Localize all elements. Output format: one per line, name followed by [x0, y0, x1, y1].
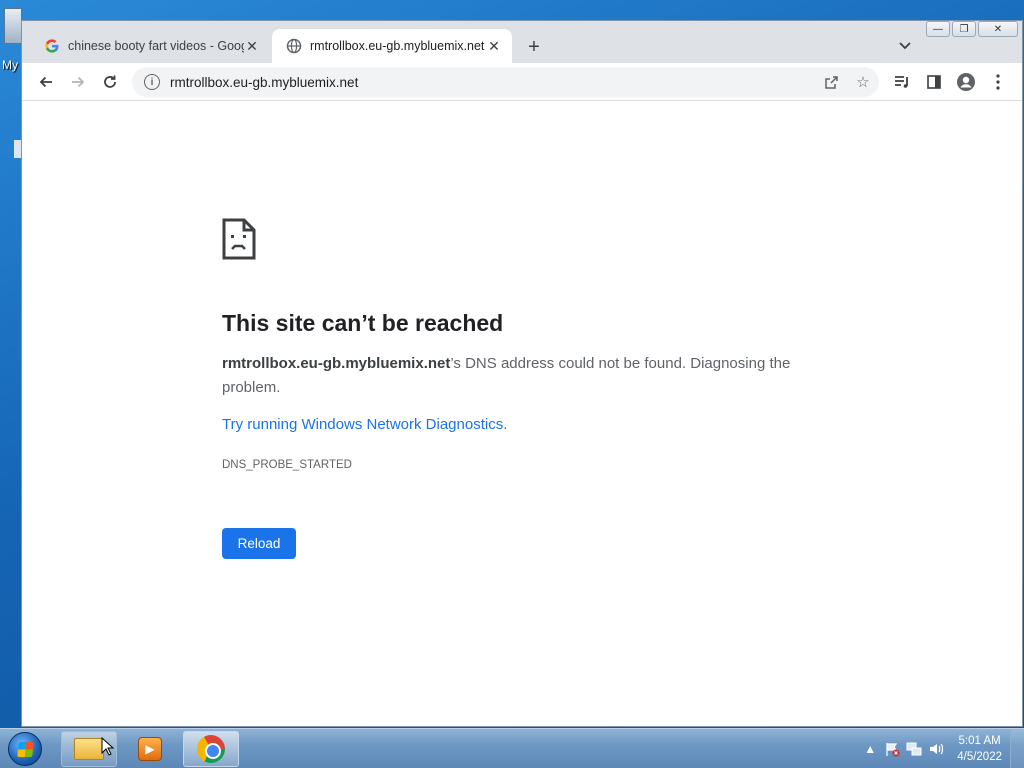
side-panel-icon[interactable] [920, 68, 948, 96]
tab-active[interactable]: rmtrollbox.eu-gb.mybluemix.net ✕ [272, 29, 512, 63]
tab-title: rmtrollbox.eu-gb.mybluemix.net [310, 39, 485, 53]
browser-window: chinese booty fart videos - Goog ✕ rmtro… [21, 20, 1023, 727]
tab-title: chinese booty fart videos - Goog [68, 39, 244, 53]
close-tab-icon[interactable]: ✕ [486, 38, 502, 54]
network-diagnostics-link[interactable]: Try running Windows Network Diagnostics [222, 416, 503, 433]
close-button[interactable]: ✕ [978, 21, 1018, 37]
show-desktop-button[interactable] [1010, 729, 1024, 768]
volume-icon[interactable] [925, 738, 947, 760]
clock-date: 4/5/2022 [957, 751, 1002, 763]
error-host: rmtrollbox.eu-gb.mybluemix.net [222, 355, 451, 372]
globe-icon [286, 38, 302, 54]
system-tray: ▲ 5:01 AM 4/5/2022 [859, 729, 1002, 768]
action-center-flag-icon[interactable] [881, 738, 903, 760]
sad-page-icon [222, 218, 256, 265]
taskbar-chrome[interactable] [183, 731, 239, 767]
link-suffix: . [503, 416, 508, 433]
restore-button[interactable]: ❐ [952, 21, 976, 37]
show-hidden-icons-icon[interactable]: ▲ [859, 738, 881, 760]
error-code: DNS_PROBE_STARTED [222, 459, 352, 471]
windows-logo-icon [8, 732, 42, 766]
google-icon [44, 38, 60, 54]
chevron-down-icon[interactable] [894, 35, 916, 57]
start-button[interactable] [4, 731, 46, 767]
tab-strip: chinese booty fart videos - Goog ✕ rmtro… [22, 21, 1022, 63]
forward-icon[interactable] [64, 68, 92, 96]
computer-desktop-icon[interactable] [4, 8, 22, 44]
minimize-button[interactable]: — [926, 21, 950, 37]
reload-icon[interactable] [96, 68, 124, 96]
toolbar: i rmtrollbox.eu-gb.mybluemix.net ☆ [22, 63, 1022, 101]
window-controls: — ❐ ✕ [926, 21, 1018, 37]
taskbar-media-player[interactable]: ▶ [122, 731, 178, 767]
url-text[interactable]: rmtrollbox.eu-gb.mybluemix.net [170, 75, 358, 90]
profile-avatar-icon[interactable] [952, 68, 980, 96]
close-tab-icon[interactable]: ✕ [244, 38, 260, 54]
share-icon[interactable] [815, 67, 847, 97]
new-tab-button[interactable]: + [522, 35, 546, 59]
file-explorer-icon [74, 738, 104, 760]
menu-dots-icon[interactable] [984, 68, 1012, 96]
media-queue-icon[interactable] [888, 68, 916, 96]
mouse-cursor-icon [101, 737, 115, 756]
network-icon[interactable] [903, 738, 925, 760]
back-icon[interactable] [32, 68, 60, 96]
address-bar[interactable]: i rmtrollbox.eu-gb.mybluemix.net ☆ [132, 67, 879, 97]
error-page: This site can’t be reached rmtrollbox.eu… [22, 102, 1022, 726]
bookmark-star-icon[interactable]: ☆ [847, 67, 879, 97]
taskbar: ▶ ▲ 5:01 AM 4/5/2022 [0, 728, 1024, 768]
reload-button[interactable]: Reload [222, 528, 296, 559]
chrome-icon [197, 735, 225, 763]
network-diagnostics-row: Try running Windows Network Diagnostics. [222, 416, 507, 433]
error-title: This site can’t be reached [222, 310, 504, 336]
tab-search[interactable]: chinese booty fart videos - Goog ✕ [30, 29, 270, 63]
media-player-icon: ▶ [138, 737, 162, 761]
clock[interactable]: 5:01 AM 4/5/2022 [957, 733, 1002, 765]
desktop-icon-label[interactable]: My [2, 58, 18, 72]
clock-time: 5:01 AM [958, 735, 1001, 747]
error-description: rmtrollbox.eu-gb.mybluemix.net’s DNS add… [222, 352, 812, 400]
info-icon[interactable]: i [144, 74, 160, 90]
